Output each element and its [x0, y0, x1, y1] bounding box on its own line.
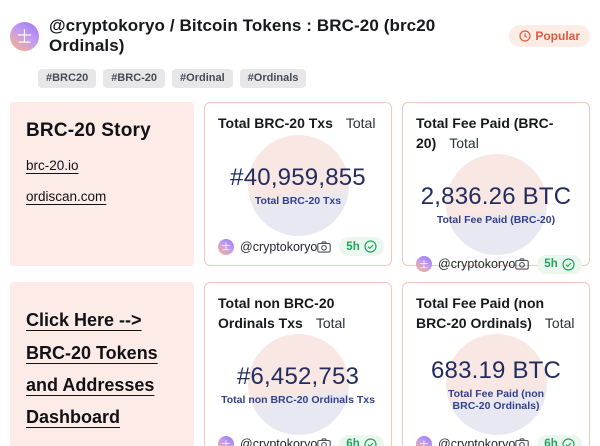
screenshot-camera-icon[interactable] — [515, 258, 529, 270]
counter-circle: 683.19 BTC Total Fee Paid (non BRC-20 Or… — [446, 334, 547, 435]
age-label: 5h — [346, 241, 359, 253]
check-circle-icon — [364, 240, 377, 253]
screenshot-camera-icon[interactable] — [317, 438, 331, 446]
counter-card-total-brc20-txs: Total BRC-20 TxsTotal #40,959,855 Total … — [204, 102, 392, 266]
story-card: BRC-20 Story brc-20.io ordiscan.com — [10, 102, 194, 266]
avatar-glyph-icon: 士 — [17, 26, 32, 47]
author-avatar[interactable]: 士 — [218, 239, 234, 255]
counter-caption: Total Fee Paid (BRC-20) — [437, 214, 555, 226]
check-circle-icon — [562, 258, 575, 271]
author-link[interactable]: @cryptokoryo — [438, 257, 515, 271]
author-link[interactable]: @cryptokoryo — [438, 437, 515, 446]
tag-ordinal[interactable]: #Ordinal — [172, 69, 233, 88]
check-circle-icon — [562, 438, 575, 446]
tag-brc-20[interactable]: #BRC-20 — [103, 69, 165, 88]
freshness-badge[interactable]: 6h — [339, 435, 383, 446]
freshness-badge[interactable]: 5h — [537, 255, 581, 274]
counter-value: 2,836.26 BTC — [421, 183, 572, 211]
counter-circle: #6,452,753 Total non BRC-20 Ordinals Txs — [248, 334, 349, 435]
avatar-glyph-icon: 士 — [221, 240, 230, 253]
counter-value: #40,959,855 — [230, 164, 366, 192]
link-ordiscan-com[interactable]: ordiscan.com — [26, 189, 106, 204]
counter-footer: 士 @cryptokoryo 5h — [416, 255, 576, 274]
age-label: 5h — [544, 258, 557, 270]
counter-circle: #40,959,855 Total BRC-20 Txs — [248, 135, 349, 236]
counter-footer: 士 @cryptokoryo 5h — [218, 237, 378, 256]
freshness-badge[interactable]: 5h — [339, 237, 383, 256]
tag-ordinals[interactable]: #Ordinals — [240, 69, 307, 88]
counter-title: Total Fee Paid (BRC-20)Total — [416, 114, 576, 154]
author-link[interactable]: @cryptokoryo — [240, 437, 317, 446]
author-avatar[interactable]: 士 — [416, 436, 432, 446]
counter-title: Total Fee Paid (non BRC-20 Ordinals)Tota… — [416, 294, 576, 334]
counter-value: #6,452,753 — [237, 363, 359, 391]
counter-caption: Total Fee Paid (non BRC-20 Ordinals) — [446, 388, 547, 412]
avatar-glyph-icon: 士 — [419, 438, 428, 446]
popular-label: Popular — [535, 29, 580, 43]
age-label: 6h — [346, 438, 359, 446]
counter-title: Total non BRC-20 Ordinals TxsTotal — [218, 294, 378, 334]
dashboard-avatar[interactable]: 士 — [10, 22, 39, 51]
counter-caption: Total BRC-20 Txs — [255, 195, 341, 207]
tag-brc20[interactable]: #BRC20 — [38, 69, 96, 88]
story-card-title: BRC-20 Story — [26, 120, 178, 142]
counter-value: 683.19 BTC — [431, 357, 561, 385]
counter-footer: 士 @cryptokoryo 6h — [416, 435, 576, 446]
freshness-badge[interactable]: 6h — [537, 435, 581, 446]
age-label: 6h — [544, 438, 557, 446]
author-link[interactable]: @cryptokoryo — [240, 240, 317, 254]
counter-card-total-non-brc20-txs: Total non BRC-20 Ordinals TxsTotal #6,45… — [204, 282, 392, 446]
dashboard-link-card: Click Here --> BRC-20 Tokens and Address… — [10, 282, 194, 446]
widget-grid: BRC-20 Story brc-20.io ordiscan.com Tota… — [10, 102, 590, 446]
clock-icon — [519, 30, 531, 42]
counter-card-total-fee-brc20: Total Fee Paid (BRC-20)Total 2,836.26 BT… — [402, 102, 590, 266]
counter-footer: 士 @cryptokoryo 6h — [218, 435, 378, 446]
popular-badge: Popular — [509, 25, 590, 47]
avatar-glyph-icon: 士 — [419, 258, 428, 271]
author-avatar[interactable]: 士 — [218, 436, 234, 446]
avatar-glyph-icon: 士 — [221, 438, 230, 446]
counter-circle: 2,836.26 BTC Total Fee Paid (BRC-20) — [446, 154, 547, 255]
check-circle-icon — [364, 438, 377, 446]
page-title: @cryptokoryo / Bitcoin Tokens : BRC-20 (… — [49, 16, 499, 56]
screenshot-camera-icon[interactable] — [317, 241, 331, 253]
counter-card-total-fee-non-brc20: Total Fee Paid (non BRC-20 Ordinals)Tota… — [402, 282, 590, 446]
link-brc-20-io[interactable]: brc-20.io — [26, 158, 79, 173]
tag-list: #BRC20 #BRC-20 #Ordinal #Ordinals — [38, 69, 590, 88]
dashboard-header: 士 @cryptokoryo / Bitcoin Tokens : BRC-20… — [0, 0, 600, 56]
counter-caption: Total non BRC-20 Ordinals Txs — [221, 394, 375, 406]
author-avatar[interactable]: 士 — [416, 256, 432, 272]
screenshot-camera-icon[interactable] — [515, 438, 529, 446]
counter-title: Total BRC-20 TxsTotal — [218, 114, 378, 134]
dashboard-link[interactable]: Click Here --> BRC-20 Tokens and Address… — [26, 310, 158, 427]
